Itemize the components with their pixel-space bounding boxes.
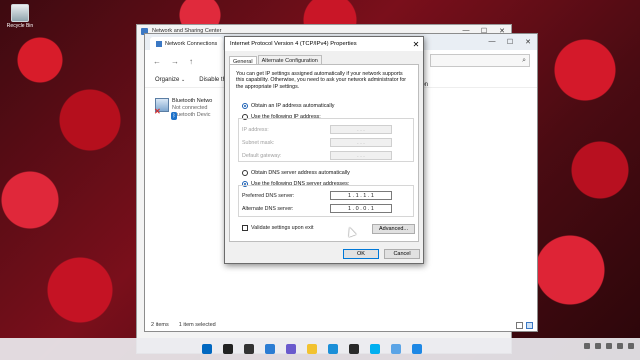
item-count: 2 items <box>151 322 169 328</box>
general-panel: You can get IP settings assigned automat… <box>229 64 419 242</box>
organize-button[interactable]: Organize ⌄ <box>155 77 185 83</box>
store-icon-glyph <box>348 344 359 354</box>
chevron-up-icon[interactable] <box>584 343 590 349</box>
taskbar <box>0 338 640 360</box>
forward-arrow-icon[interactable]: → <box>171 57 179 66</box>
list-item[interactable]: ✕ ᛒ Bluetooth Netwo Not connected Blueto… <box>154 98 235 120</box>
recycle-bin-label: Recycle Bin <box>6 23 34 29</box>
search-icon: ⌕ <box>522 56 526 64</box>
widgets-icon[interactable] <box>261 341 278 357</box>
ip-auto-radio[interactable]: Obtain an IP address automatically <box>242 103 335 109</box>
bluetooth-icon: ᛒ <box>171 112 177 120</box>
skype-icon-glyph <box>369 344 380 354</box>
notification-icon[interactable] <box>628 343 634 349</box>
alternate-dns-row: Alternate DNS server: 1 . 0 . 0 . 1 <box>242 204 392 213</box>
ok-button[interactable]: OK <box>343 249 379 259</box>
cancel-button[interactable]: Cancel <box>384 249 420 259</box>
store-icon[interactable] <box>345 341 362 357</box>
dns-auto-radio[interactable]: Obtain DNS server address automatically <box>242 170 350 176</box>
adapter-device: Bluetooth Devic <box>172 112 211 118</box>
notepad-icon[interactable] <box>387 341 404 357</box>
start-icon-glyph <box>201 344 212 354</box>
recycle-bin-icon <box>11 4 29 22</box>
network-folder-icon <box>156 40 162 47</box>
adapter-text: Bluetooth Netwo Not connected Bluetooth … <box>172 98 212 119</box>
skype-icon[interactable] <box>366 341 383 357</box>
task-view-icon[interactable] <box>240 341 257 357</box>
alternate-dns-field[interactable]: 1 . 0 . 0 . 1 <box>330 204 392 213</box>
radio-selected-icon <box>242 103 248 109</box>
up-arrow-icon[interactable]: ↑ <box>189 57 193 66</box>
advanced-button[interactable]: Advanced... <box>372 224 415 234</box>
preferred-dns-field[interactable]: 1 . 1 . 1 . 1 <box>330 191 392 200</box>
settings-icon-glyph <box>411 344 422 354</box>
organize-label: Organize <box>155 76 180 83</box>
details-view-icon[interactable] <box>516 322 523 329</box>
system-tray <box>584 343 634 349</box>
adapter-name: Bluetooth Netwo <box>172 98 213 104</box>
recycle-bin-desktop-icon[interactable]: Recycle Bin <box>4 4 36 29</box>
tab-label: Network Connections <box>165 40 218 47</box>
search-box[interactable]: ⌕ <box>430 54 530 67</box>
task-view-icon-glyph <box>243 344 254 354</box>
start-icon[interactable] <box>198 341 215 357</box>
widgets-icon-glyph <box>264 344 275 354</box>
disable-device-button[interactable]: Disable th <box>199 77 226 83</box>
edge-icon[interactable] <box>324 341 341 357</box>
default-gateway-row: Default gateway: . . . <box>242 151 392 160</box>
ip-auto-label: Obtain an IP address automatically <box>251 103 335 109</box>
dns-auto-label: Obtain DNS server address automatically <box>251 170 350 176</box>
subnet-mask-row: Subnet mask: . . . <box>242 138 392 147</box>
settings-icon[interactable] <box>408 341 425 357</box>
radio-unselected-icon <box>242 170 248 176</box>
taskbar-icons <box>198 341 425 357</box>
subnet-mask-label: Subnet mask: <box>242 139 275 146</box>
ip-address-row: IP address: . . . <box>242 125 392 134</box>
disconnected-x-icon: ✕ <box>154 107 161 116</box>
network-tray-icon[interactable] <box>595 343 601 349</box>
intro-text: You can get IP settings assigned automat… <box>236 71 407 90</box>
preferred-dns-row: Preferred DNS server: 1 . 1 . 1 . 1 <box>242 191 392 200</box>
maximize-button[interactable]: ☐ <box>501 38 519 46</box>
view-switcher <box>516 322 533 329</box>
checkbox-unchecked-icon <box>242 225 248 231</box>
network-adapter-icon: ✕ <box>154 98 169 116</box>
chat-icon[interactable] <box>282 341 299 357</box>
default-gateway-label: Default gateway: <box>242 152 282 159</box>
validate-checkbox[interactable]: Validate settings upon exit <box>242 225 314 231</box>
file-explorer-icon[interactable] <box>303 341 320 357</box>
volume-icon[interactable] <box>606 343 612 349</box>
alternate-dns-label: Alternate DNS server: <box>242 205 294 212</box>
minimize-button[interactable]: — <box>483 38 501 46</box>
ip-address-label: IP address: <box>242 126 269 133</box>
search-icon[interactable] <box>219 341 236 357</box>
chat-icon-glyph <box>285 344 296 354</box>
ipv4-properties-dialog: Internet Protocol Version 4 (TCP/IPv4) P… <box>224 36 424 264</box>
ip-address-field: . . . <box>330 125 392 134</box>
edge-icon-glyph <box>327 344 338 354</box>
close-button[interactable]: ✕ <box>519 38 537 46</box>
selection-count: 1 item selected <box>178 322 216 328</box>
status-bar: 2 items 1 item selected <box>151 322 216 328</box>
file-explorer-icon-glyph <box>306 344 317 354</box>
battery-icon[interactable] <box>617 343 623 349</box>
close-button[interactable]: ✕ <box>409 40 423 49</box>
dialog-title: Internet Protocol Version 4 (TCP/IPv4) P… <box>230 41 357 47</box>
preferred-dns-label: Preferred DNS server: <box>242 192 295 199</box>
chevron-down-icon: ⌄ <box>181 76 186 83</box>
notepad-icon-glyph <box>390 344 401 354</box>
back-arrow-icon[interactable]: ← <box>153 57 161 66</box>
default-gateway-field: . . . <box>330 151 392 160</box>
tiles-view-icon[interactable] <box>526 322 533 329</box>
subnet-mask-field: . . . <box>330 138 392 147</box>
tab-network-connections[interactable]: Network Connections <box>150 37 224 50</box>
adapter-status: Not connected <box>172 105 208 111</box>
validate-label: Validate settings upon exit <box>251 225 314 231</box>
search-icon-glyph <box>222 344 233 354</box>
dialog-titlebar: Internet Protocol Version 4 (TCP/IPv4) P… <box>225 37 423 51</box>
